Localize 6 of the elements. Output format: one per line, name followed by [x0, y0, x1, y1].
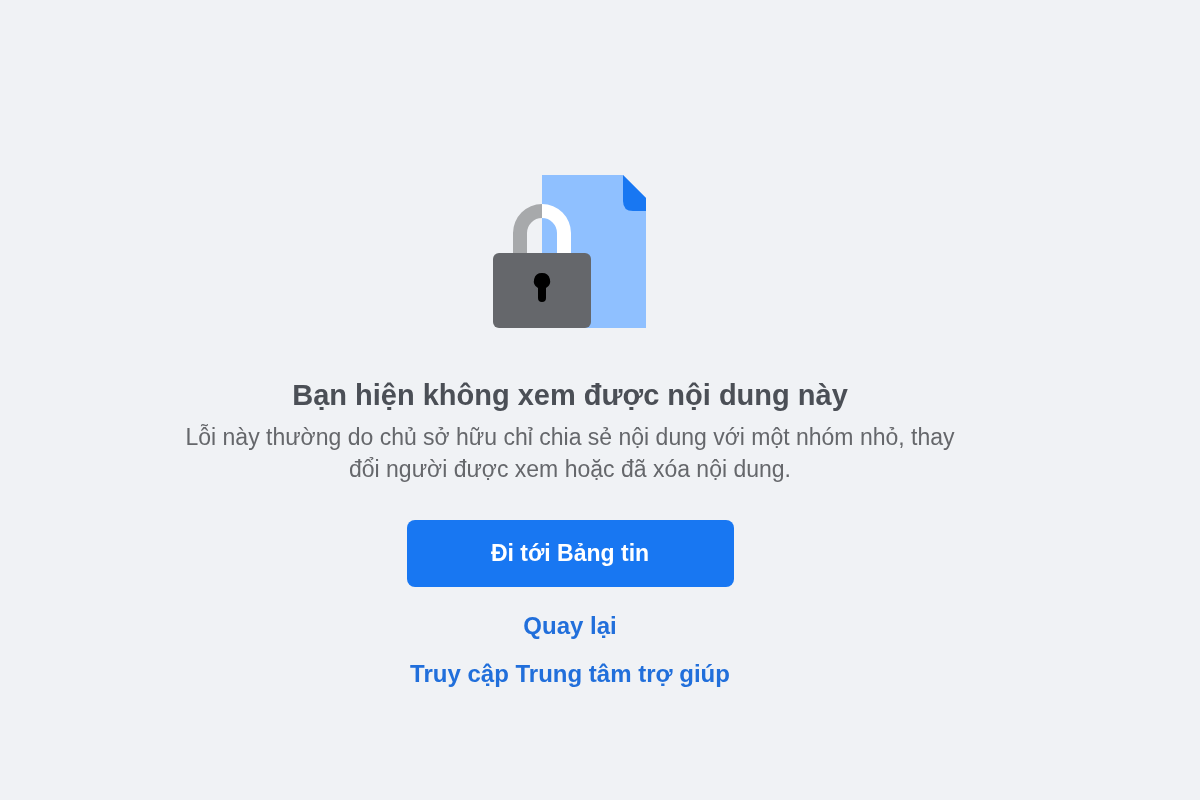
- back-link[interactable]: Quay lại: [523, 611, 617, 641]
- error-title: Bạn hiện không xem được nội dung này: [292, 378, 848, 413]
- go-to-feed-button[interactable]: Đi tới Bảng tin: [406, 520, 734, 587]
- error-description: Lỗi này thường do chủ sở hữu chỉ chia sẻ nội dung với một nhóm nhỏ, thay đổi người được xem hoặc đã xóa nội dung.: [184, 423, 956, 484]
- locked-document-icon: [493, 175, 647, 329]
- help-center-link[interactable]: Truy cập Trung tâm trợ giúp: [410, 659, 730, 689]
